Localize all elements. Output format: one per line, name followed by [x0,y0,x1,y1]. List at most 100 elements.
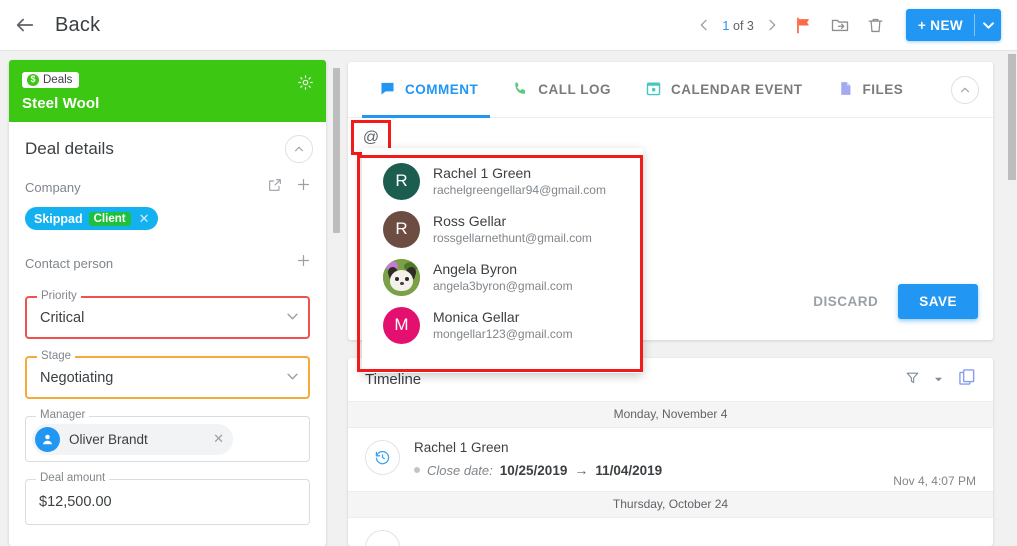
filter-icon[interactable] [905,370,920,390]
timeline-entry-body: Rachel 1 Green Close date: 10/25/2019 → … [414,440,662,478]
file-icon [837,80,854,100]
tab-comment-label: COMMENT [405,82,479,97]
timeline-header-actions [905,367,977,392]
deal-amount-field[interactable]: Deal amount $12,500.00 [25,472,310,525]
tab-files[interactable]: FILES [820,62,921,118]
discard-button[interactable]: DISCARD [799,286,892,317]
collapse-comment-card-icon[interactable] [951,75,979,104]
entity-type-label: Deals [43,73,73,86]
tab-calendar-event[interactable]: CALENDAR EVENT [628,62,820,118]
company-chip-name: Skippad [34,211,83,226]
timeline-entry [348,518,993,546]
company-chip-tag: Client [88,211,131,226]
mention-email: mongellar123@gmail.com [433,327,573,341]
chevron-down-icon[interactable] [934,371,943,389]
company-chip[interactable]: Skippad Client ✕ [25,207,159,230]
avatar: R [383,162,420,200]
active-tab-underline [362,115,490,118]
timeline-entry-user: Rachel 1 Green [414,440,509,455]
save-button[interactable]: SAVE [898,284,978,319]
comment-tabs: COMMENT CALL LOG CALENDAR EVENT FILES [348,62,993,118]
avatar: R [383,210,420,248]
stage-label: Stage [37,350,76,362]
chevron-down-icon[interactable] [975,9,1001,41]
mention-item-rachel[interactable]: R Rachel 1 Green rachelgreengellar94@gma… [362,157,643,205]
timeline-entry-old-value: 10/25/2019 [499,462,568,478]
chevron-up-icon[interactable] [285,135,313,163]
crm-deal-page: Back 1 of 3 + NEW $ Deals Steel Wool Dea… [0,0,1017,546]
top-bar: Back 1 of 3 + NEW [0,0,1017,51]
company-row: Company [9,176,326,198]
timeline-entry-change: Close date: 10/25/2019 → 11/04/2019 [414,462,662,478]
deal-header: $ Deals Steel Wool [9,60,326,122]
mention-item-ross[interactable]: R Ross Gellar rossgellarnethunt@gmail.co… [362,205,643,253]
plus-icon[interactable] [295,176,312,198]
avatar: M [383,306,420,344]
close-icon[interactable]: ✕ [213,431,227,447]
priority-field[interactable]: Priority Critical [25,290,310,339]
timeline-card: Timeline Monday, November 4 Rachel 1 Gre… [348,358,993,546]
comment-icon [379,80,396,100]
mention-name: Angela Byron [433,261,518,277]
copy-icon[interactable] [957,367,977,392]
manager-name: Oliver Brandt [69,431,148,447]
timeline-title: Timeline [365,371,422,388]
close-icon[interactable]: ✕ [137,211,155,227]
tab-comment[interactable]: COMMENT [362,62,495,118]
deal-details-header: Deal details [9,122,326,163]
back-arrow-icon[interactable] [13,13,37,37]
mention-email: rossgellarnethunt@gmail.com [433,231,592,245]
pager-current: 1 [722,17,730,33]
mention-dropdown[interactable]: R Rachel 1 Green rachelgreengellar94@gma… [362,148,643,373]
company-label: Company [25,179,81,195]
company-row-actions [267,176,312,198]
mention-name: Ross Gellar [433,213,507,229]
tab-calendar-event-label: CALENDAR EVENT [671,82,803,97]
plus-icon[interactable] [295,252,312,274]
timeline-day-separator: Monday, November 4 [348,402,993,428]
bullet-icon [414,467,420,473]
phone-icon [512,80,529,100]
timeline-entry: Rachel 1 Green Close date: 10/25/2019 → … [348,428,993,491]
page-scrollbar-thumb[interactable] [1008,54,1016,180]
back-label[interactable]: Back [55,14,100,37]
next-record-icon[interactable] [758,11,786,39]
tab-call-log[interactable]: CALL LOG [495,62,628,118]
person-icon [35,426,60,452]
mention-email: rachelgreengellar94@gmail.com [433,183,606,197]
new-button[interactable]: + NEW [905,9,1001,41]
top-bar-actions: 1 of 3 + NEW [690,7,1017,43]
flag-icon[interactable] [786,7,822,43]
chevron-down-icon[interactable] [287,311,298,324]
priority-label: Priority [37,290,81,302]
open-in-new-icon[interactable] [267,177,283,198]
manager-field[interactable]: Manager Oliver Brandt ✕ [25,409,310,462]
pager-total: of 3 [729,18,754,33]
mention-item-text: Monica Gellar mongellar123@gmail.com [433,308,573,342]
contact-person-row: Contact person [9,252,326,274]
mention-item-text: Rachel 1 Green rachelgreengellar94@gmail… [433,164,606,198]
gear-icon[interactable] [297,74,314,96]
mention-list: R Rachel 1 Green rachelgreengellar94@gma… [362,148,643,349]
chevron-down-icon[interactable] [287,371,298,384]
stage-value: Negotiating [40,369,114,386]
tab-call-log-label: CALL LOG [538,82,611,97]
contact-row-actions [295,252,312,274]
timeline-entry-field: Close date: [427,462,493,478]
manager-chip[interactable]: Oliver Brandt ✕ [32,423,233,455]
arrow-right-icon: → [574,462,589,478]
previous-record-icon[interactable] [690,11,718,39]
mention-item-angela[interactable]: Angela Byron angela3byron@gmail.com [362,253,643,301]
priority-value: Critical [40,309,85,326]
history-icon [365,530,400,546]
move-to-folder-icon[interactable] [822,7,858,43]
history-icon [365,440,400,475]
timeline-entry-new-value: 11/04/2019 [595,462,663,478]
left-panel-scrollbar-thumb[interactable] [333,68,340,233]
dollar-icon: $ [27,73,39,86]
mention-item-monica[interactable]: M Monica Gellar mongellar123@gmail.com [362,301,643,349]
stage-field[interactable]: Stage Negotiating [25,350,310,399]
trash-icon[interactable] [858,7,894,43]
contact-person-label: Contact person [25,255,114,271]
new-button-label: + NEW [917,17,963,33]
